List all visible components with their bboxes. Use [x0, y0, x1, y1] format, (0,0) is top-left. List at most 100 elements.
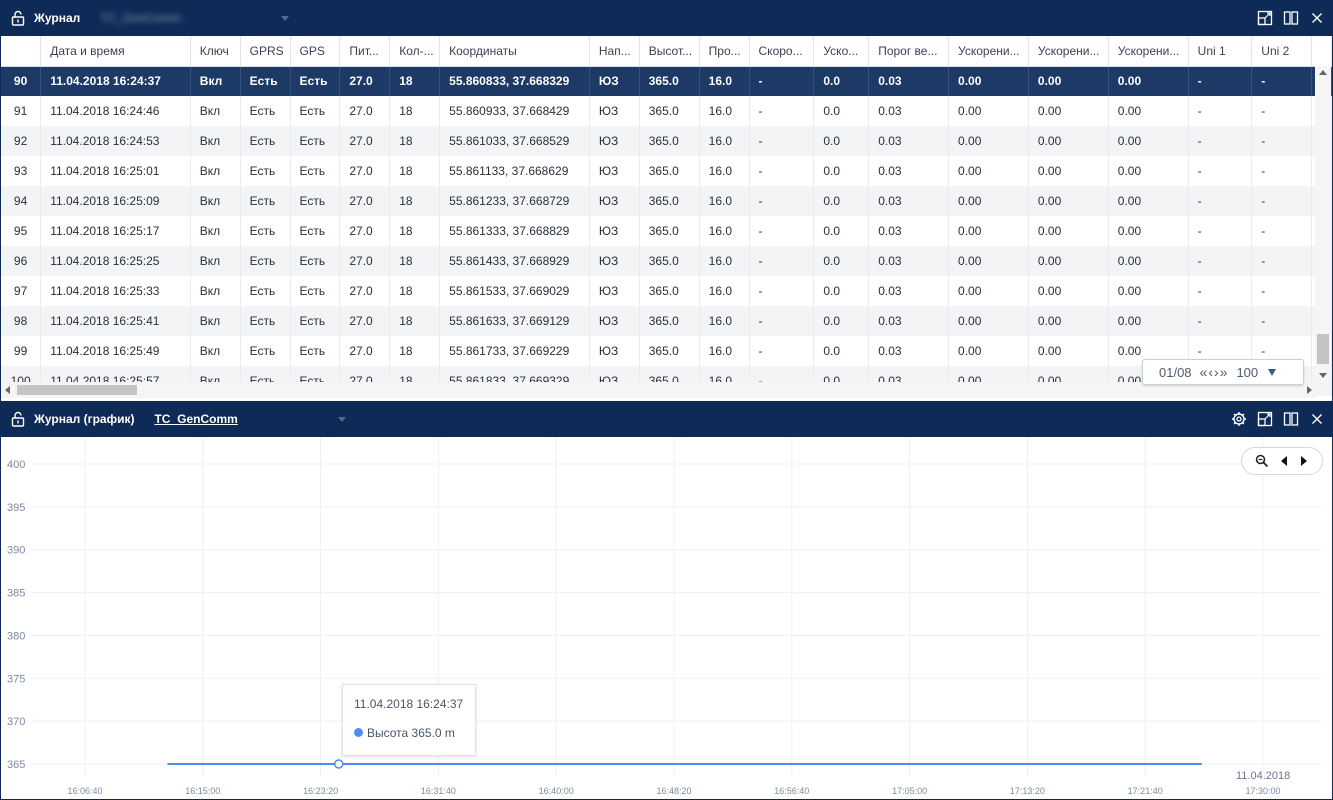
row-number: 94 [1, 186, 42, 216]
table-cell: 16.0 [699, 276, 750, 306]
column-header[interactable]: Ускорени... [1028, 36, 1109, 67]
table-cell: 365.0 [639, 336, 700, 366]
table-cell: ЮЗ [589, 336, 640, 366]
split-view-icon[interactable] [1283, 10, 1299, 26]
table-cell: 365.0 [639, 126, 700, 156]
table-cell: 16.0 [699, 306, 750, 336]
column-header[interactable]: Пит... [339, 36, 391, 67]
table-row[interactable]: 94 11.04.2018 16:25:09 Вкл Есть Есть 27.0 18 55… [1, 186, 1332, 216]
x-tick-label: 16:48:20 [656, 786, 691, 796]
horizontal-scrollbar[interactable] [1, 382, 1316, 398]
column-header[interactable]: Ключ [190, 36, 241, 67]
column-header[interactable]: Уско... [813, 36, 870, 67]
table-cell: Есть [290, 126, 341, 156]
table-cell: ЮЗ [589, 156, 640, 186]
column-header[interactable]: Координаты [439, 36, 590, 67]
altitude-chart[interactable]: 400 395 390 385 380 375 370 365 16:06:40 16:15:00… [1, 437, 1332, 799]
row-number: 96 [1, 246, 42, 276]
scroll-thumb[interactable] [17, 385, 137, 395]
table-cell: ЮЗ [589, 66, 640, 96]
column-header[interactable]: Дата и время [40, 36, 191, 67]
chart-prev-icon[interactable] [1279, 455, 1289, 467]
tooltip-time: 11.04.2018 16:24:37 [354, 697, 464, 711]
table-cell: Вкл [190, 96, 241, 126]
vertical-scrollbar[interactable] [1315, 66, 1331, 382]
table-cell: 27.0 [339, 186, 391, 216]
scroll-down-icon[interactable] [1319, 373, 1327, 378]
table-cell: Есть [240, 216, 291, 246]
table-cell: 11.04.2018 16:25:09 [40, 186, 191, 216]
table-cell: 18 [389, 186, 441, 216]
row-number: 92 [1, 126, 42, 156]
column-header[interactable] [1, 36, 42, 67]
table-cell: 0.00 [1108, 126, 1189, 156]
table-cell: Вкл [190, 156, 241, 186]
table-row[interactable]: 90 11.04.2018 16:24:37 Вкл Есть Есть 27.0 18 55… [1, 66, 1332, 96]
page-size-value[interactable]: 100 [1236, 365, 1258, 380]
scroll-left-icon[interactable] [5, 386, 10, 394]
column-header[interactable]: Нап... [589, 36, 640, 67]
table-cell: 0.00 [1028, 186, 1109, 216]
page-size-dropdown-icon[interactable] [1268, 368, 1277, 376]
chart-tooltip: 11.04.2018 16:24:37 Высота 365.0 m [342, 684, 476, 756]
column-header[interactable]: Высот... [639, 36, 700, 67]
unlock-icon[interactable] [10, 10, 26, 26]
table-row[interactable]: 93 11.04.2018 16:25:01 Вкл Есть Есть 27.0 18 55… [1, 156, 1332, 186]
table-cell: Вкл [190, 186, 241, 216]
column-header[interactable]: Ускорени... [1108, 36, 1189, 67]
table-cell: - [749, 216, 815, 246]
zoom-icon[interactable] [1255, 454, 1269, 468]
column-header[interactable]: Кол-... [389, 36, 441, 67]
table-cell: 0.00 [948, 306, 1029, 336]
table-row[interactable]: 91 11.04.2018 16:24:46 Вкл Есть Есть 27.0 18 55… [1, 96, 1332, 126]
table-cell: 55.861333, 37.668829 [439, 216, 590, 246]
close-icon[interactable] [1309, 411, 1325, 427]
table-row[interactable]: 98 11.04.2018 16:25:41 Вкл Есть Есть 27.0 18 55… [1, 306, 1332, 336]
table-row[interactable]: 92 11.04.2018 16:24:53 Вкл Есть Есть 27.0 18 55… [1, 126, 1332, 156]
column-header[interactable]: Uni 2 [1251, 36, 1312, 67]
column-header[interactable]: Ускорени... [948, 36, 1029, 67]
expand-window-icon[interactable] [1257, 411, 1273, 427]
table-row[interactable]: 96 11.04.2018 16:25:25 Вкл Есть Есть 27.0 18 55… [1, 246, 1332, 276]
table-cell: 18 [389, 306, 441, 336]
column-header[interactable]: GPRS [240, 36, 291, 67]
table-cell: - [749, 336, 815, 366]
journal-table: Дата и время Ключ GPRS GPS Пит... Кол-... Коор… [1, 36, 1332, 396]
table-cell: Вкл [190, 246, 241, 276]
column-header[interactable]: Скоро... [749, 36, 815, 67]
table-cell: - [1251, 186, 1312, 216]
column-header[interactable]: Про... [699, 36, 750, 67]
chart-source-select[interactable]: TC_GenComm [154, 412, 237, 426]
column-header[interactable]: GPS [290, 36, 341, 67]
expand-window-icon[interactable] [1257, 10, 1273, 26]
table-cell: 0.00 [1028, 156, 1109, 186]
table-cell: - [1188, 306, 1253, 336]
table-cell: - [1251, 246, 1312, 276]
journal-source-select[interactable]: TC_GenComm [100, 11, 181, 25]
table-row[interactable]: 95 11.04.2018 16:25:17 Вкл Есть Есть 27.0 18 55… [1, 216, 1332, 246]
gear-icon[interactable] [1231, 411, 1247, 427]
scroll-right-icon[interactable] [1307, 386, 1312, 394]
scroll-thumb[interactable] [1317, 334, 1329, 364]
table-row[interactable]: 97 11.04.2018 16:25:33 Вкл Есть Есть 27.0 18 55… [1, 276, 1332, 306]
scroll-up-icon[interactable] [1319, 70, 1327, 75]
x-tick-label: 16:15:00 [185, 786, 220, 796]
column-header[interactable] [1311, 36, 1332, 67]
column-header[interactable]: Uni 1 [1188, 36, 1253, 67]
table-row[interactable]: 99 11.04.2018 16:25:49 Вкл Есть Есть 27.0 18 55… [1, 336, 1332, 366]
x-tick-label: 17:05:00 [892, 786, 927, 796]
chevron-down-icon[interactable] [280, 15, 289, 21]
journal-title: Журнал [34, 11, 81, 25]
split-view-icon[interactable] [1283, 411, 1299, 427]
chart-next-icon[interactable] [1299, 455, 1309, 467]
chevron-down-icon[interactable] [337, 416, 346, 422]
y-tick-label: 395 [7, 502, 25, 514]
page-nav-arrows[interactable]: «‹›» [1200, 364, 1229, 380]
table-cell: Вкл [190, 276, 241, 306]
table-cell: - [749, 156, 815, 186]
close-icon[interactable] [1309, 10, 1325, 26]
table-cell: 0.03 [868, 246, 950, 276]
unlock-icon[interactable] [10, 411, 26, 427]
table-cell: 0.00 [1028, 336, 1109, 366]
column-header[interactable]: Порог ве... [868, 36, 950, 67]
